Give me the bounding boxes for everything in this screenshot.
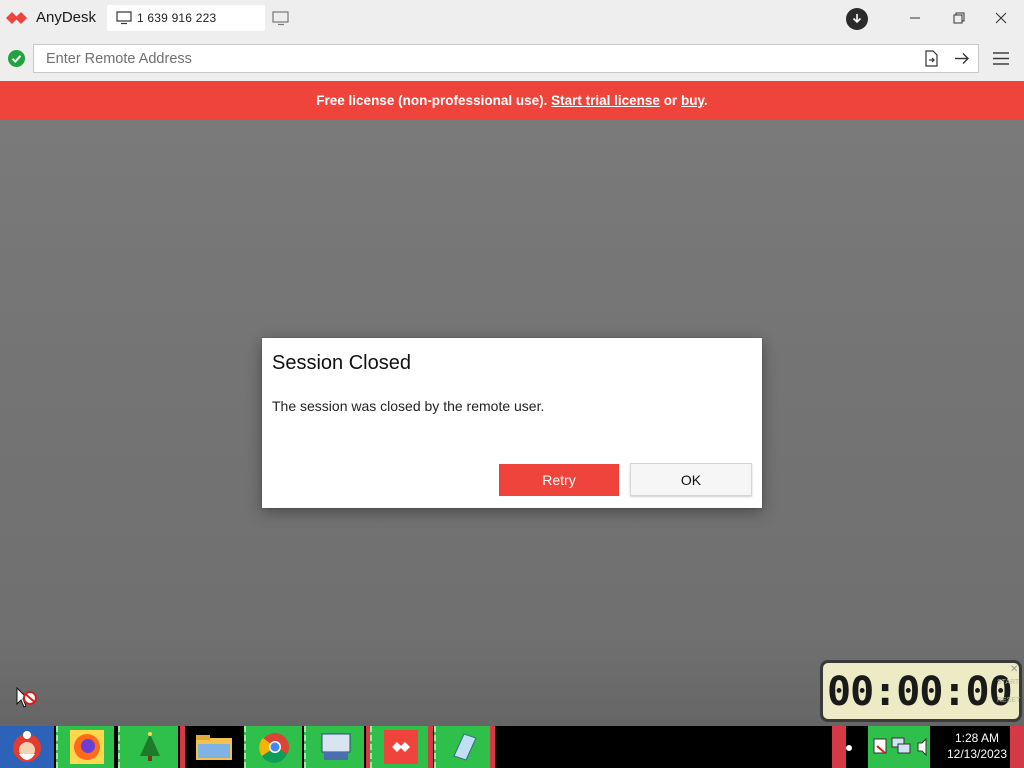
dialog-message: The session was closed by the remote use…	[272, 398, 545, 414]
download-icon[interactable]	[846, 8, 868, 30]
buy-link[interactable]: buy	[681, 93, 704, 108]
timer-display: 00:00:00	[827, 669, 1013, 715]
taskbar-onscreen-keyboard[interactable]	[304, 726, 364, 768]
taskbar-chrome[interactable]	[244, 726, 302, 768]
taskbar-notepad[interactable]	[434, 726, 490, 768]
anydesk-taskbar-icon	[384, 730, 418, 764]
start-button[interactable]	[0, 726, 54, 768]
license-text: Free license (non-professional use).	[316, 93, 548, 108]
timer-close-icon[interactable]: ✕	[1010, 664, 1018, 675]
file-transfer-icon[interactable]	[923, 50, 939, 67]
license-end-text: .	[703, 93, 708, 108]
remote-address-input[interactable]	[33, 44, 979, 73]
taskbar-separator	[428, 726, 433, 768]
taskbar-anydesk[interactable]	[370, 726, 428, 768]
taskbar-clock[interactable]: 1:28 AM 12/13/2023	[944, 730, 1010, 762]
tab-own-id[interactable]: 1 639 916 223	[107, 5, 265, 31]
tray-icons	[873, 737, 927, 757]
firefox-icon	[70, 730, 104, 764]
start-trial-link[interactable]: Start trial license	[551, 93, 660, 108]
santa-start-icon	[13, 731, 41, 762]
address-toolbar	[0, 36, 1024, 81]
keyboard-icon	[321, 733, 351, 760]
arrow-right-icon[interactable]	[953, 50, 971, 67]
timer-reset-button[interactable]: RESET	[997, 697, 1020, 704]
taskbar-firefox[interactable]	[56, 726, 114, 768]
show-desktop-button[interactable]	[1010, 726, 1024, 768]
app-name: AnyDesk	[36, 9, 97, 26]
new-tab-icon[interactable]	[272, 10, 290, 26]
taskbar-separator	[180, 726, 185, 768]
maximize-icon[interactable]	[948, 8, 970, 28]
tray-dot-icon	[846, 745, 852, 751]
anydesk-logo-icon	[6, 12, 27, 24]
taskbar-file-explorer[interactable]	[186, 726, 242, 768]
license-banner: Free license (non-professional use). Sta…	[0, 81, 1024, 120]
license-or-text: or	[663, 93, 678, 108]
taskbar: 1:28 AM 12/13/2023	[0, 726, 1024, 768]
dialog-title: Session Closed	[272, 352, 411, 374]
own-id-text: 1 639 916 223	[137, 11, 217, 25]
status-ok-icon	[8, 50, 25, 67]
retry-button[interactable]: Retry	[499, 464, 619, 496]
system-tray	[868, 726, 930, 768]
close-icon[interactable]	[990, 8, 1012, 28]
timer-start-button[interactable]: START	[997, 679, 1019, 686]
christmas-tree-icon	[140, 732, 160, 761]
session-closed-dialog: Session Closed The session was closed by…	[262, 338, 762, 508]
folder-icon	[196, 735, 232, 760]
minimize-icon[interactable]	[904, 8, 926, 28]
clock-time: 1:28 AM	[954, 731, 1000, 745]
no-input-icon	[16, 686, 37, 708]
taskbar-tree[interactable]	[118, 726, 178, 768]
monitor-icon	[116, 11, 132, 25]
chrome-icon	[259, 733, 289, 763]
title-bar: AnyDesk 1 639 916 223	[0, 0, 1024, 36]
timer-widget: 00:00:00 START RESET ✕	[820, 660, 1022, 722]
clock-date: 12/13/2023	[946, 747, 1008, 761]
taskbar-separator	[490, 726, 495, 768]
hamburger-menu-icon[interactable]	[991, 50, 1011, 67]
notepad-icon	[453, 733, 477, 761]
ok-button[interactable]: OK	[630, 463, 752, 496]
